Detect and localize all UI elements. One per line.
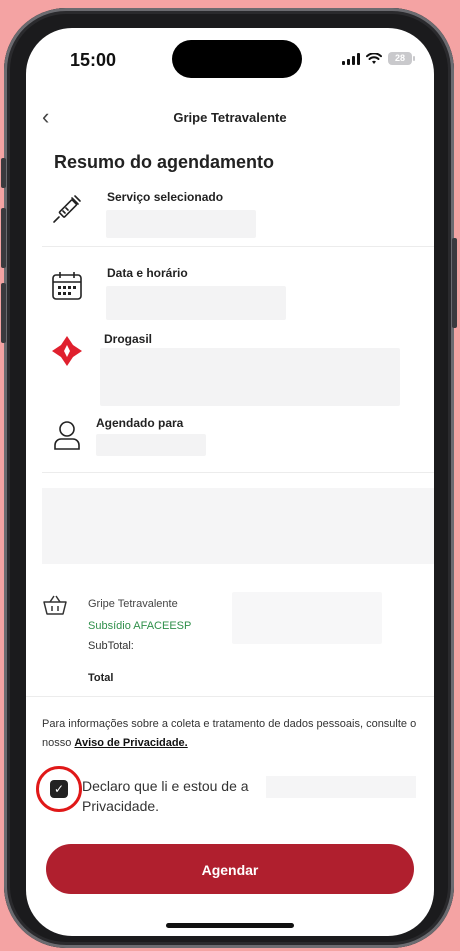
status-icons: 28 xyxy=(342,52,415,65)
section-title: Resumo do agendamento xyxy=(54,152,275,172)
order-item: Gripe Tetravalente xyxy=(88,598,178,610)
consent-checkbox[interactable]: ✓ xyxy=(50,780,68,798)
scheduled-for-row: Agendado para xyxy=(42,414,418,474)
redacted-value xyxy=(106,286,286,320)
subtotal-label: SubTotal: xyxy=(88,640,134,652)
volume-up-button xyxy=(1,208,6,268)
dynamic-island xyxy=(172,40,302,78)
divider xyxy=(42,246,434,247)
privacy-notice: Para informações sobre a coleta e tratam… xyxy=(42,715,418,753)
wifi-icon xyxy=(366,52,382,64)
redacted-value xyxy=(100,348,400,406)
power-button xyxy=(452,238,457,328)
date-row: Data e horário xyxy=(42,264,418,334)
total-label: Total xyxy=(88,672,114,684)
divider xyxy=(42,472,434,473)
privacy-section: Para informações sobre a coleta e tratam… xyxy=(26,696,434,749)
calendar-icon xyxy=(52,272,82,300)
pharmacy-row: Drogasil xyxy=(42,332,418,412)
row-label-scheduled-for: Agendado para xyxy=(96,416,184,430)
volume-down-button xyxy=(1,283,6,343)
cellular-signal-icon xyxy=(342,52,360,65)
redacted-value xyxy=(106,210,256,238)
row-label-date: Data e horário xyxy=(107,266,188,280)
home-indicator xyxy=(166,923,294,928)
subsidy-label: Subsídio AFACEESP xyxy=(88,620,192,632)
action-button xyxy=(1,158,6,188)
app-header: ‹ Gripe Tetravalente xyxy=(26,106,434,134)
redacted-block xyxy=(42,488,434,564)
redacted-value xyxy=(232,592,382,644)
consent-line-1: Declaro que li e estou de a xyxy=(82,778,249,794)
status-time: 15:00 xyxy=(70,50,117,70)
phone-frame: 15:00 28 ‹ Gripe Tetravalente Resumo do … xyxy=(1,8,457,948)
row-label-service: Serviço selecionado xyxy=(107,190,224,204)
consent-text: Declaro que li e estou de a Privacidade. xyxy=(82,776,282,816)
privacy-policy-link[interactable]: Aviso de Privacidade. xyxy=(74,737,187,749)
status-bar: 15:00 28 xyxy=(26,28,434,84)
redacted-value xyxy=(266,776,416,798)
service-row: Serviço selecionado xyxy=(42,188,418,258)
checkbox-highlight: ✓ xyxy=(36,766,82,812)
row-label-pharmacy: Drogasil xyxy=(104,332,153,346)
consent-line-2: Privacidade. xyxy=(82,798,160,814)
drogasil-logo xyxy=(52,336,82,366)
screen: 15:00 28 ‹ Gripe Tetravalente Resumo do … xyxy=(26,28,434,936)
schedule-button[interactable]: Agendar xyxy=(46,844,414,894)
basket-icon xyxy=(43,595,67,615)
page-title: Gripe Tetravalente xyxy=(173,110,287,125)
syringe-icon xyxy=(53,195,81,223)
redacted-value xyxy=(96,434,206,456)
battery-icon: 28 xyxy=(388,52,415,65)
user-icon xyxy=(54,421,80,450)
